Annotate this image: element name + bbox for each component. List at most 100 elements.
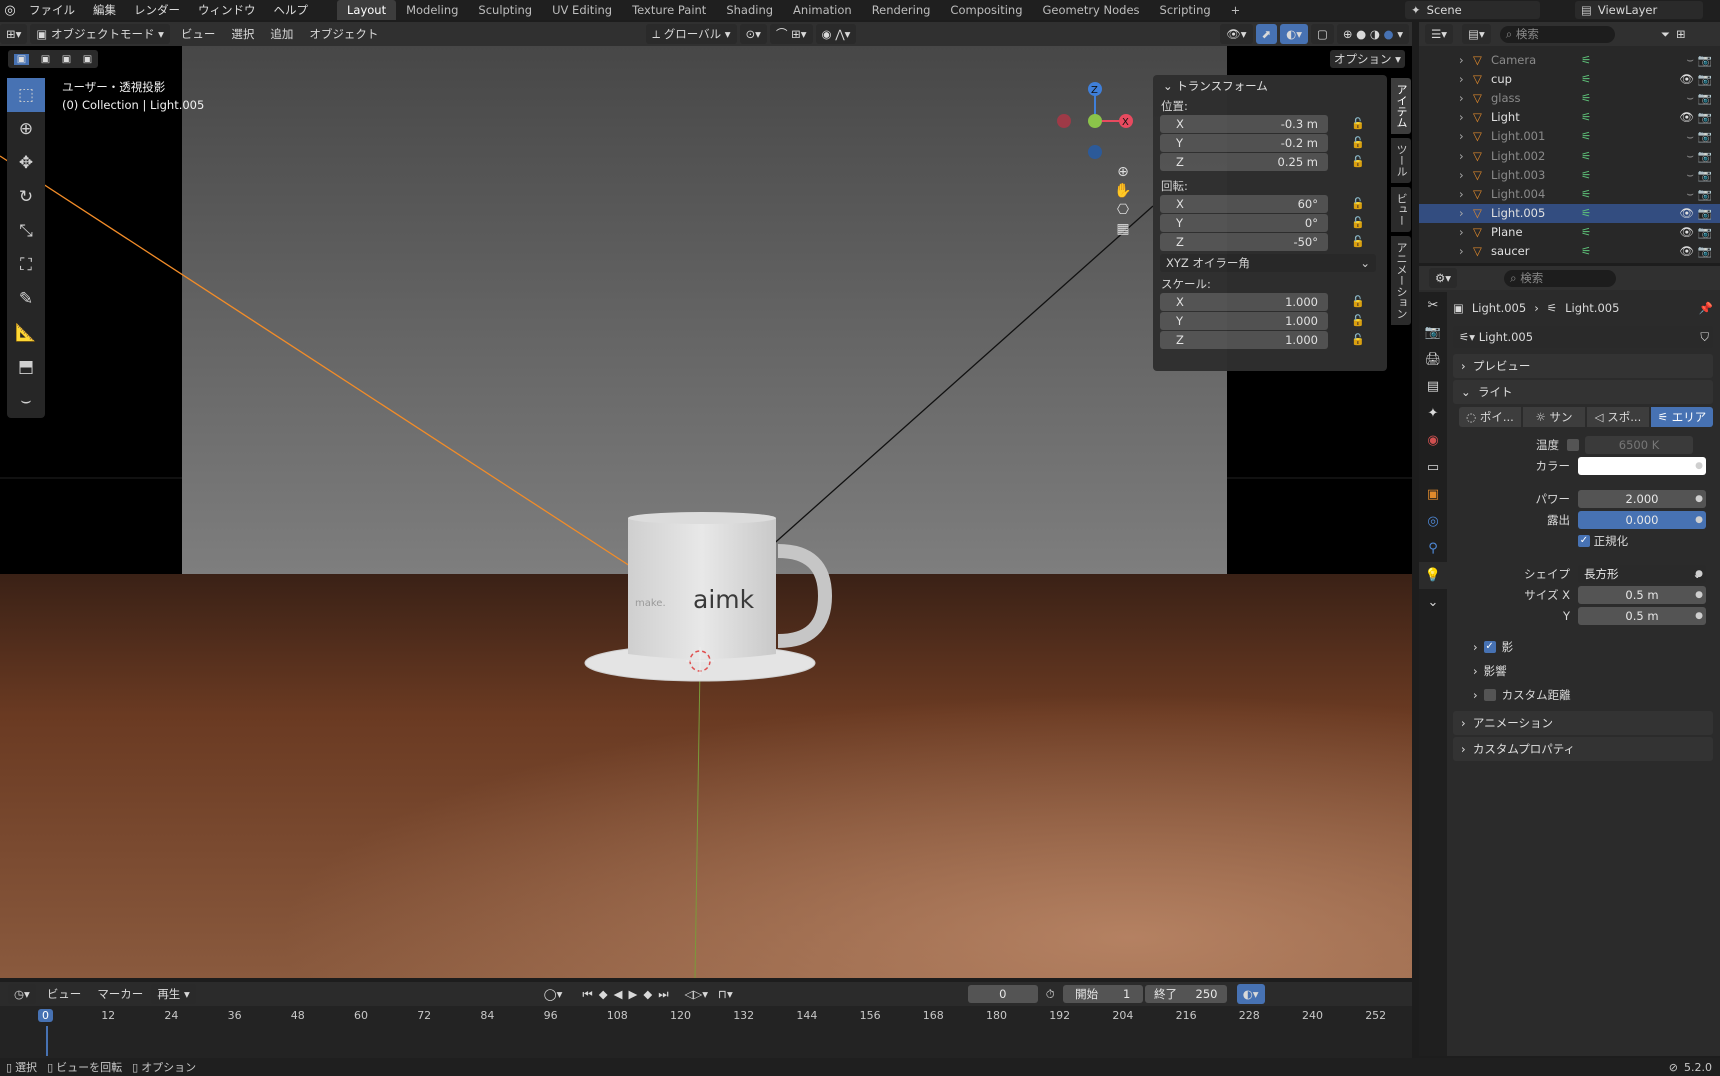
playhead[interactable] bbox=[46, 1026, 48, 1056]
outliner-row[interactable]: › ▽ Light ⚟ 👁 📷 bbox=[1419, 108, 1720, 127]
blender-logo-icon[interactable]: ◎ bbox=[0, 3, 20, 18]
properties-search[interactable]: ⌕ 検索 bbox=[1504, 269, 1617, 287]
new-collection-icon[interactable]: ⊞ bbox=[1676, 27, 1686, 41]
outliner-row[interactable]: › ▽ Light.003 ⚟ ⌣ 📷 bbox=[1419, 165, 1720, 184]
eye-icon[interactable]: ⌣ bbox=[1686, 148, 1694, 163]
measure-icon[interactable]: 📐 bbox=[7, 316, 45, 350]
mode-dropdown[interactable]: ▣ オブジェクトモード ▾ bbox=[30, 24, 170, 44]
proportional-edit-icon[interactable]: ◉ ⋀▾ bbox=[815, 24, 857, 44]
light-datablock-field[interactable]: ⚟▾ Light.005 ⛉ bbox=[1453, 326, 1713, 348]
tab-texture-paint[interactable]: Texture Paint bbox=[622, 0, 716, 20]
options-dropdown[interactable]: オプション ▾ bbox=[1330, 50, 1405, 68]
light-type-point[interactable]: ◌ ポイ... bbox=[1459, 407, 1521, 427]
visibility-icon[interactable]: 👁▾ bbox=[1220, 24, 1253, 44]
world-tab-icon[interactable]: ◉ bbox=[1419, 427, 1447, 454]
menu-help[interactable]: ヘルプ bbox=[265, 2, 318, 18]
custom-props-panel-header[interactable]: › カスタムプロパティ bbox=[1453, 737, 1713, 761]
outliner-row[interactable]: › ▽ Camera ⚟ ⌣ 📷 bbox=[1419, 50, 1720, 69]
current-frame-field[interactable]: 0 bbox=[967, 985, 1038, 1003]
tab-shading[interactable]: Shading bbox=[716, 0, 783, 20]
collection-tab-icon[interactable]: ▭ bbox=[1419, 454, 1447, 481]
filter-icon[interactable]: ⏷ bbox=[1661, 27, 1670, 42]
tool-tab-icon[interactable]: ✂ bbox=[1419, 292, 1447, 319]
lock-icon[interactable]: 🔓 bbox=[1351, 235, 1365, 248]
pivot-icon[interactable]: ⊙▾ bbox=[739, 24, 767, 44]
location-y-field[interactable]: Y -0.2 m bbox=[1160, 134, 1328, 152]
constraints-tab-icon[interactable]: ⚲ bbox=[1419, 535, 1447, 562]
menu-add[interactable]: 追加 bbox=[262, 26, 301, 42]
camera-render-icon[interactable]: 📷 bbox=[1698, 91, 1712, 105]
tab-layout[interactable]: Layout bbox=[337, 0, 397, 20]
xray-icon[interactable]: ▢ bbox=[1310, 24, 1334, 44]
custom-distance-checkbox[interactable] bbox=[1483, 688, 1496, 701]
animation-panel-header[interactable]: › アニメーション bbox=[1453, 711, 1713, 735]
extrude-curve-icon[interactable]: ⌣ bbox=[7, 384, 45, 418]
camera-render-icon[interactable]: 📷 bbox=[1698, 149, 1712, 163]
sidebar-tab-tool[interactable]: ツール bbox=[1391, 138, 1411, 183]
timeline-menu-playback[interactable]: 再生 ▾ bbox=[151, 984, 196, 1004]
menu-edit[interactable]: 編集 bbox=[84, 2, 125, 18]
eye-icon[interactable]: ⌣ bbox=[1686, 129, 1694, 144]
sidebar-tab-animation[interactable]: アニメーション bbox=[1391, 236, 1411, 325]
record-icon[interactable]: ◯▾ bbox=[544, 987, 563, 1001]
menu-object[interactable]: オブジェクト bbox=[301, 26, 386, 42]
outliner-row[interactable]: › ▽ cup ⚟ 👁 📷 bbox=[1419, 69, 1720, 88]
light-color-swatch[interactable] bbox=[1578, 456, 1706, 475]
outliner-search[interactable]: ⌕ 検索 bbox=[1499, 25, 1615, 43]
eye-icon[interactable]: 👁 bbox=[1679, 225, 1694, 239]
chevron-right-icon[interactable]: › bbox=[1459, 72, 1473, 86]
annotate-icon[interactable]: ✎ bbox=[7, 282, 45, 316]
scale-y-field[interactable]: Y 1.000 bbox=[1160, 312, 1328, 330]
camera-render-icon[interactable]: 📷 bbox=[1698, 129, 1712, 143]
sidebar-tab-view[interactable]: ビュー bbox=[1391, 187, 1411, 232]
cursor-icon[interactable]: ⊕ bbox=[7, 112, 45, 146]
zoom-icon[interactable]: ⊕ bbox=[1111, 164, 1135, 180]
influence-subpanel[interactable]: › 影響 bbox=[1453, 660, 1713, 681]
tab-compositing[interactable]: Compositing bbox=[940, 0, 1032, 20]
scale-x-field[interactable]: X 1.000 bbox=[1160, 293, 1328, 311]
lock-icon[interactable]: 🔓 bbox=[1351, 333, 1365, 346]
temperature-field[interactable]: 6500 K bbox=[1585, 435, 1693, 454]
outliner-row[interactable]: › ▽ Light.002 ⚟ ⌣ 📷 bbox=[1419, 146, 1720, 165]
size-y-field[interactable]: 0.5 m bbox=[1578, 606, 1706, 625]
eye-icon[interactable]: ⌣ bbox=[1686, 52, 1694, 67]
timeline-menu-marker[interactable]: マーカー bbox=[89, 986, 151, 1002]
timeline-editor-type[interactable]: ◷▾ bbox=[8, 984, 36, 1004]
view-layer-tab-icon[interactable]: ▤ bbox=[1419, 373, 1447, 400]
rotation-x-field[interactable]: X 60° bbox=[1160, 195, 1328, 213]
scale-z-field[interactable]: Z 1.000 bbox=[1160, 331, 1328, 349]
location-z-field[interactable]: Z 0.25 m bbox=[1160, 153, 1328, 171]
scale-icon[interactable]: ⤡ bbox=[7, 214, 45, 248]
sidebar-tab-item[interactable]: アイテム bbox=[1391, 78, 1411, 134]
rotation-mode-dropdown[interactable]: XYZ オイラー角 ⌄ bbox=[1160, 254, 1376, 272]
move-icon[interactable]: ✥ bbox=[7, 146, 45, 180]
camera-render-icon[interactable]: 📷 bbox=[1698, 187, 1712, 201]
chevron-right-icon[interactable]: › bbox=[1459, 206, 1473, 220]
outliner-editor-type[interactable]: ☰▾ bbox=[1425, 24, 1454, 44]
power-field[interactable]: 2.000 bbox=[1578, 489, 1706, 508]
light-type-sun[interactable]: ☼ サン bbox=[1523, 407, 1585, 427]
tab-modeling[interactable]: Modeling bbox=[396, 0, 468, 20]
select-invert-icon[interactable]: ▣ bbox=[83, 54, 92, 65]
tab-geometry-nodes[interactable]: Geometry Nodes bbox=[1033, 0, 1150, 20]
lock-icon[interactable]: 🔓 bbox=[1351, 314, 1365, 327]
add-workspace-button[interactable]: + bbox=[1221, 0, 1251, 20]
lock-icon[interactable]: 🔓 bbox=[1351, 117, 1365, 130]
rotation-z-field[interactable]: Z -50° bbox=[1160, 233, 1328, 251]
overlay-toggle-icon[interactable]: ◐▾ bbox=[1280, 24, 1308, 44]
eye-icon[interactable]: ⌣ bbox=[1686, 90, 1694, 105]
exposure-field[interactable]: 0.000 bbox=[1578, 510, 1706, 529]
gizmo-toggle-icon[interactable]: ⬈ bbox=[1255, 24, 1278, 44]
outliner-row[interactable]: › ▽ Light.001 ⚟ ⌣ 📷 bbox=[1419, 127, 1720, 146]
chevron-right-icon[interactable]: › bbox=[1459, 187, 1473, 201]
camera-view-icon[interactable]: ⎔ bbox=[1111, 202, 1135, 218]
select-box-icon[interactable]: ⬚ bbox=[7, 78, 45, 112]
select-extend-icon[interactable]: ▣ bbox=[41, 54, 50, 65]
light-type-spot[interactable]: ◁ スポ... bbox=[1587, 407, 1649, 427]
scene-tab-icon[interactable]: ✦ bbox=[1419, 400, 1447, 427]
tab-rendering[interactable]: Rendering bbox=[862, 0, 941, 20]
keyframe-dot-icon[interactable]: ● bbox=[1695, 461, 1703, 471]
eye-icon[interactable]: 👁 bbox=[1679, 110, 1694, 124]
transform-panel-header[interactable]: ⌄ トランスフォーム bbox=[1153, 75, 1387, 97]
clock-icon[interactable]: ⏱ bbox=[1046, 987, 1055, 1002]
